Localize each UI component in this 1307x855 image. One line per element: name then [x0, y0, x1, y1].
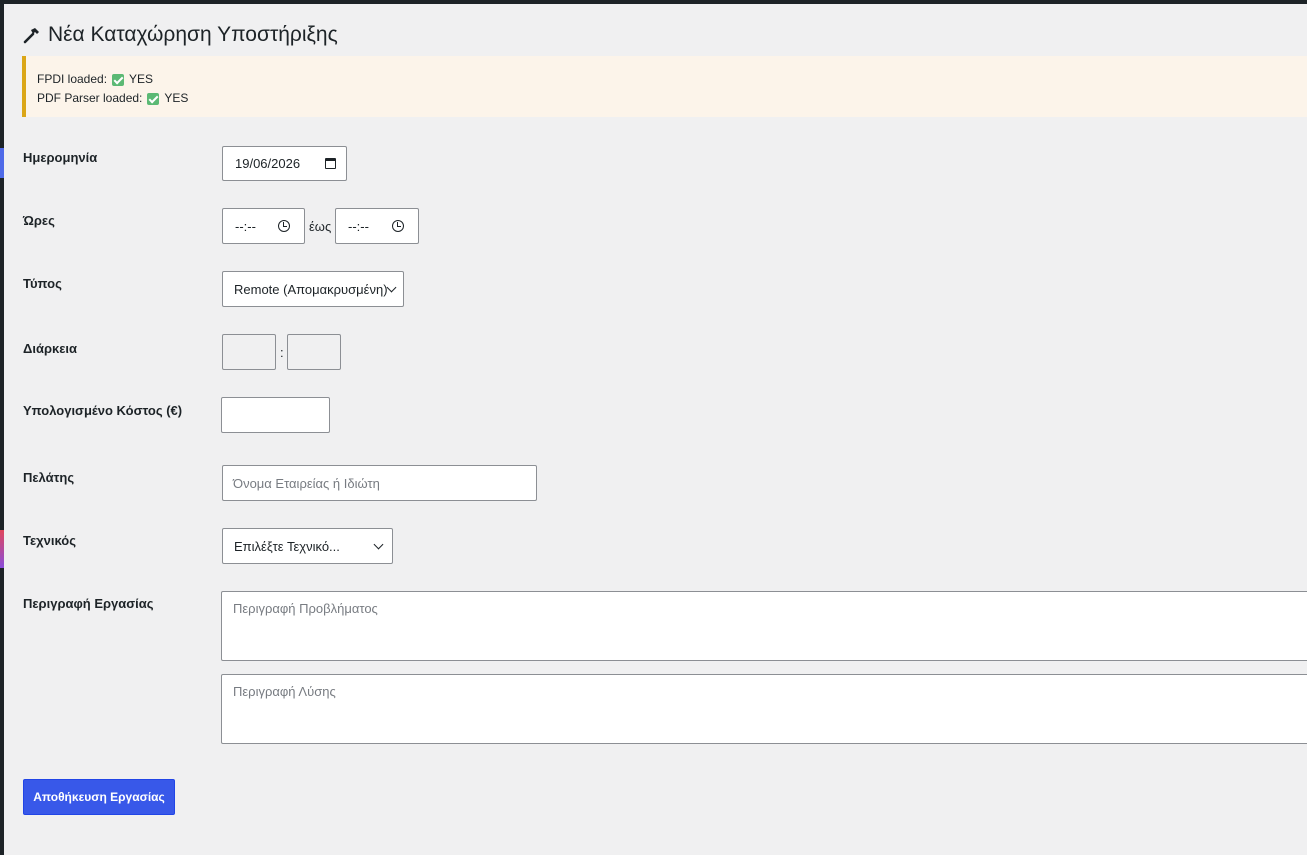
- problem-description-textarea[interactable]: Περιγραφή Προβλήματος: [221, 591, 1307, 661]
- hammer-icon: [23, 28, 39, 44]
- duration-label: Διάρκεια: [23, 341, 78, 356]
- time-to-value: --:--: [348, 218, 369, 234]
- page-title: Νέα Καταχώρηση Υποστήριξης: [22, 20, 338, 50]
- solution-description-textarea[interactable]: Περιγραφή Λύσης: [221, 674, 1307, 744]
- parser-status-row: PDF Parser loaded: YES: [37, 89, 1307, 108]
- check-icon: [112, 73, 125, 86]
- hours-label: Ώρες: [23, 213, 55, 228]
- cost-label: Υπολογισμένο Κόστος (€): [23, 403, 183, 418]
- description-label: Περιγραφή Εργασίας: [23, 596, 154, 611]
- client-input[interactable]: Όνομα Εταιρείας ή Ιδιώτη: [222, 465, 537, 501]
- date-value: 19/06/2026: [235, 156, 301, 171]
- type-select-value: Remote (Απομακρυσμένη): [234, 281, 388, 297]
- parser-status-label: PDF Parser loaded:: [37, 91, 143, 105]
- save-button[interactable]: Αποθήκευση Εργασίας: [23, 779, 175, 815]
- fpdi-status-row: FPDI loaded: YES: [37, 70, 1307, 89]
- technician-select[interactable]: Επιλέξτε Τεχνικό...: [222, 528, 393, 564]
- client-label: Πελάτης: [23, 470, 75, 485]
- date-input[interactable]: 19/06/2026: [222, 146, 347, 181]
- fpdi-status-value: YES: [129, 72, 154, 86]
- solution-placeholder: Περιγραφή Λύσης: [233, 684, 336, 699]
- fpdi-status-label: FPDI loaded:: [37, 72, 108, 86]
- hours-separator: έως: [309, 219, 332, 234]
- cost-input[interactable]: [221, 397, 330, 433]
- time-to-input[interactable]: --:--: [335, 208, 419, 244]
- clock-icon[interactable]: [392, 220, 404, 232]
- technician-select-value: Επιλέξτε Τεχνικό...: [234, 538, 340, 554]
- parser-status-value: YES: [164, 91, 189, 105]
- chevron-down-icon: [373, 539, 384, 549]
- duration-minutes-input[interactable]: [287, 334, 341, 370]
- duration-separator: :: [280, 345, 284, 360]
- client-placeholder: Όνομα Εταιρείας ή Ιδιώτη: [233, 475, 380, 491]
- type-label: Τύπος: [23, 276, 62, 291]
- duration-hours-input[interactable]: [222, 334, 276, 370]
- page-title-text: Νέα Καταχώρηση Υποστήριξης: [48, 23, 338, 46]
- check-icon: [147, 92, 160, 105]
- time-from-value: --:--: [235, 218, 256, 234]
- chevron-down-icon: [386, 282, 397, 292]
- type-select[interactable]: Remote (Απομακρυσμένη): [222, 271, 404, 307]
- save-button-label: Αποθήκευση Εργασίας: [33, 790, 165, 804]
- clock-icon[interactable]: [278, 220, 290, 232]
- time-from-input[interactable]: --:--: [222, 208, 305, 244]
- date-label: Ημερομηνία: [23, 150, 98, 165]
- calendar-icon[interactable]: [325, 158, 336, 169]
- technician-label: Τεχνικός: [23, 533, 76, 548]
- debug-notice: FPDI loaded: YES PDF Parser loaded: YES: [22, 56, 1307, 117]
- main-content: Νέα Καταχώρηση Υποστήριξης FPDI loaded: …: [4, 4, 1307, 855]
- problem-placeholder: Περιγραφή Προβλήματος: [233, 601, 378, 616]
